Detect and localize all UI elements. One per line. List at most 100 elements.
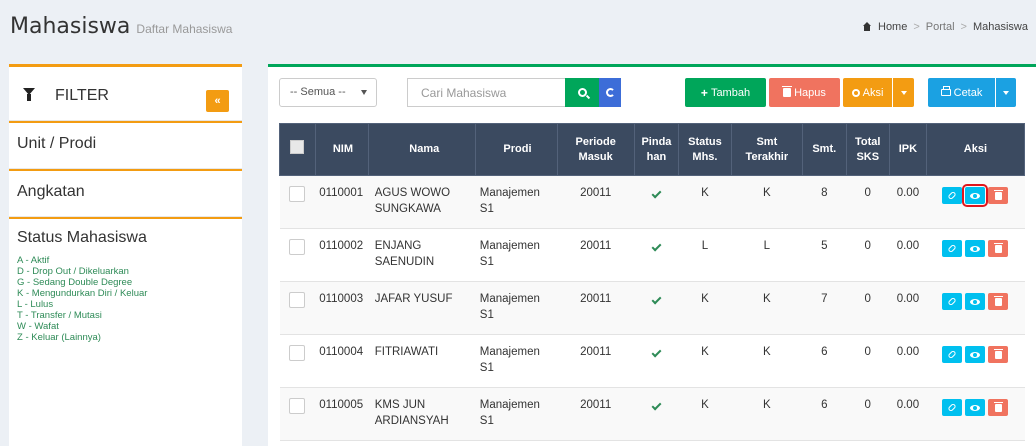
view-button[interactable] xyxy=(965,293,986,310)
header-prodi[interactable]: Prodi xyxy=(475,123,558,176)
row-checkbox[interactable] xyxy=(289,239,306,255)
cell-status: K xyxy=(678,175,732,229)
link-button[interactable] xyxy=(942,240,963,257)
tambah-label: Tambah xyxy=(710,86,751,99)
aksi-dropdown-toggle[interactable] xyxy=(893,78,914,107)
filter-unit-prodi[interactable]: Unit / Prodi xyxy=(9,123,242,169)
filter-angkatan[interactable]: Angkatan xyxy=(9,171,242,217)
header-ipk[interactable]: IPK xyxy=(889,123,927,176)
link-button[interactable] xyxy=(942,293,963,310)
cell-total-sks: 0 xyxy=(846,281,890,335)
view-button[interactable] xyxy=(965,346,986,363)
cell-nama-line1: ENJANG xyxy=(374,240,422,252)
cell-smt: 5 xyxy=(802,228,847,282)
hapus-button[interactable]: Hapus xyxy=(769,78,840,107)
cell-nama-line1: KMS JUN xyxy=(374,399,426,411)
trash-icon xyxy=(993,295,1003,306)
status-select[interactable]: -- Semua -- xyxy=(279,78,377,107)
header-status-line2: Mhs. xyxy=(692,150,718,163)
filter-title: FILTER xyxy=(55,87,109,104)
cell-ipk: 0.00 xyxy=(889,387,927,441)
row-checkbox[interactable] xyxy=(289,398,306,414)
cell-nim: 0110002 xyxy=(315,228,369,282)
trash-icon xyxy=(993,242,1003,253)
row-checkbox[interactable] xyxy=(289,186,306,202)
check-icon xyxy=(651,241,662,252)
eye-icon xyxy=(970,351,981,358)
table-row: 0110004 FITRIAWATI Manajemen S1 20011 K K… xyxy=(279,334,1025,388)
cell-prodi-line1: Manajemen xyxy=(479,346,540,358)
header-smt-terakhir-line2: Terakhir xyxy=(745,150,789,163)
cetak-dropdown-toggle[interactable] xyxy=(996,78,1016,107)
row-checkbox[interactable] xyxy=(289,345,306,361)
filter-header: FILTER « xyxy=(9,67,242,121)
status-item: A - Aktif xyxy=(17,255,50,266)
cell-nim: 0110005 xyxy=(315,387,369,441)
cetak-button[interactable]: Cetak xyxy=(928,78,995,107)
view-button[interactable] xyxy=(962,184,989,207)
refresh-button[interactable] xyxy=(599,78,621,107)
delete-button[interactable] xyxy=(988,187,1009,204)
header-smt[interactable]: Smt. xyxy=(802,123,847,176)
link-button[interactable] xyxy=(942,346,963,363)
tambah-button[interactable]: + Tambah xyxy=(685,78,766,107)
cell-prodi-line2: S1 xyxy=(479,256,494,268)
header-nim[interactable]: NIM xyxy=(314,123,370,176)
cell-pindahan xyxy=(634,281,679,335)
header-periode-masuk[interactable]: Periode Masuk xyxy=(556,123,635,176)
cell-prodi: Manajemen S1 xyxy=(475,387,558,441)
delete-button[interactable] xyxy=(988,346,1009,363)
aksi-label: Aksi xyxy=(862,86,884,99)
link-button[interactable] xyxy=(942,187,963,204)
cell-ipk: 0.00 xyxy=(889,175,927,229)
header-nama[interactable]: Nama xyxy=(368,123,477,176)
select-all-checkbox[interactable] xyxy=(290,140,305,154)
table-row: 0110001 AGUS WOWO SUNGKAWA Manajemen S1 20… xyxy=(279,175,1025,229)
delete-button[interactable] xyxy=(988,399,1009,416)
breadcrumb-home[interactable]: Home xyxy=(878,21,907,33)
row-select-cell xyxy=(279,228,316,282)
chevron-down-icon xyxy=(1003,90,1009,95)
aksi-button[interactable]: Aksi xyxy=(843,78,892,107)
cell-total-sks: 0 xyxy=(846,228,890,282)
cell-status: K xyxy=(678,334,732,388)
view-button[interactable] xyxy=(965,399,986,416)
search-input[interactable]: Cari Mahasiswa xyxy=(407,78,565,107)
link-button[interactable] xyxy=(942,399,963,416)
header-smt-terakhir[interactable]: Smt Terakhir xyxy=(730,123,804,176)
search-button[interactable] xyxy=(565,78,599,107)
cell-nim: 0110004 xyxy=(315,334,369,388)
eye-icon xyxy=(970,298,981,305)
delete-button[interactable] xyxy=(988,240,1009,257)
check-icon xyxy=(651,294,662,305)
delete-button[interactable] xyxy=(988,293,1009,310)
cetak-label: Cetak xyxy=(953,86,983,99)
header-total-sks[interactable]: Total SKS xyxy=(845,123,891,176)
page-title-text: Mahasiswa xyxy=(10,14,131,39)
cell-pindahan xyxy=(634,387,679,441)
check-icon xyxy=(651,400,662,411)
cell-pindahan xyxy=(634,334,679,388)
student-list-panel: -- Semua -- Cari Mahasiswa + Tambah Hapu… xyxy=(268,64,1036,446)
cell-nama-line2: SUNGKAWA xyxy=(374,203,441,215)
cell-periode: 20011 xyxy=(557,228,635,282)
cell-nama-line2: SAENUDIN xyxy=(374,256,435,268)
header-pindahan[interactable]: Pinda han xyxy=(633,123,680,176)
breadcrumb-portal[interactable]: Portal xyxy=(926,21,955,33)
link-icon xyxy=(947,402,957,413)
cell-nama: FITRIAWATI xyxy=(368,334,476,388)
view-button[interactable] xyxy=(965,240,986,257)
eye-icon xyxy=(970,404,981,411)
status-item: T - Transfer / Mutasi xyxy=(17,310,102,321)
eye-icon xyxy=(970,245,981,252)
cell-prodi-line2: S1 xyxy=(479,415,494,427)
cell-prodi: Manajemen S1 xyxy=(475,281,558,335)
cell-smt: 8 xyxy=(802,175,847,229)
status-title[interactable]: Status Mahasiswa xyxy=(17,229,242,247)
link-icon xyxy=(947,190,957,201)
print-icon xyxy=(940,86,951,96)
row-checkbox[interactable] xyxy=(289,292,306,308)
header-select-all[interactable] xyxy=(279,123,316,176)
collapse-filter-button[interactable]: « xyxy=(206,90,229,112)
header-status-mhs[interactable]: Status Mhs. xyxy=(678,123,732,176)
